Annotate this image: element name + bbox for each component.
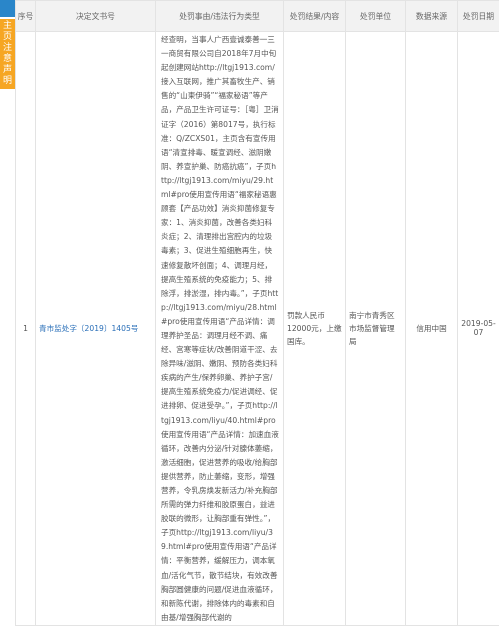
home-badge[interactable] bbox=[0, 0, 15, 17]
side-char-2: 页 bbox=[0, 32, 15, 43]
side-char-1: 主 bbox=[0, 21, 15, 32]
table-row: 1 青市监处字〔2019〕1405号 经查明，当事人广西壹诚泰善一三一商贸有限公… bbox=[16, 32, 499, 626]
header-source: 数据来源 bbox=[406, 1, 458, 32]
cell-unit: 南宁市青秀区市场监督管理局 bbox=[346, 32, 406, 626]
cell-violation: 经查明，当事人广西壹诚泰善一三一商贸有限公司自2018年7月中旬起创建网站htt… bbox=[156, 32, 284, 626]
side-char-3: 注 bbox=[0, 43, 15, 54]
cell-doc-number[interactable]: 青市监处字〔2019〕1405号 bbox=[36, 32, 156, 626]
cell-date: 2019-05-07 bbox=[458, 32, 499, 626]
header-date: 处罚日期 bbox=[458, 1, 499, 32]
header-doc-number: 决定文书号 bbox=[36, 1, 156, 32]
header-unit: 处罚单位 bbox=[346, 1, 406, 32]
side-notice-tab[interactable]: 主 页 注 意 声 明 bbox=[0, 0, 15, 489]
penalty-table: 序号 决定文书号 处罚事由/违法行为类型 处罚结果/内容 处罚单位 数据来源 处… bbox=[15, 0, 499, 626]
header-result: 处罚结果/内容 bbox=[284, 1, 346, 32]
cell-index: 1 bbox=[16, 32, 36, 626]
header-index: 序号 bbox=[16, 1, 36, 32]
side-notice-label: 主 页 注 意 声 明 bbox=[0, 19, 15, 89]
header-violation: 处罚事由/违法行为类型 bbox=[156, 1, 284, 32]
cell-source: 信用中国 bbox=[406, 32, 458, 626]
cell-result: 罚款人民币12000元，上缴国库。 bbox=[284, 32, 346, 626]
side-char-4: 意 bbox=[0, 54, 15, 65]
side-char-5: 声 bbox=[0, 65, 15, 76]
side-char-6: 明 bbox=[0, 76, 15, 87]
table-header-row: 序号 决定文书号 处罚事由/违法行为类型 处罚结果/内容 处罚单位 数据来源 处… bbox=[16, 1, 499, 32]
